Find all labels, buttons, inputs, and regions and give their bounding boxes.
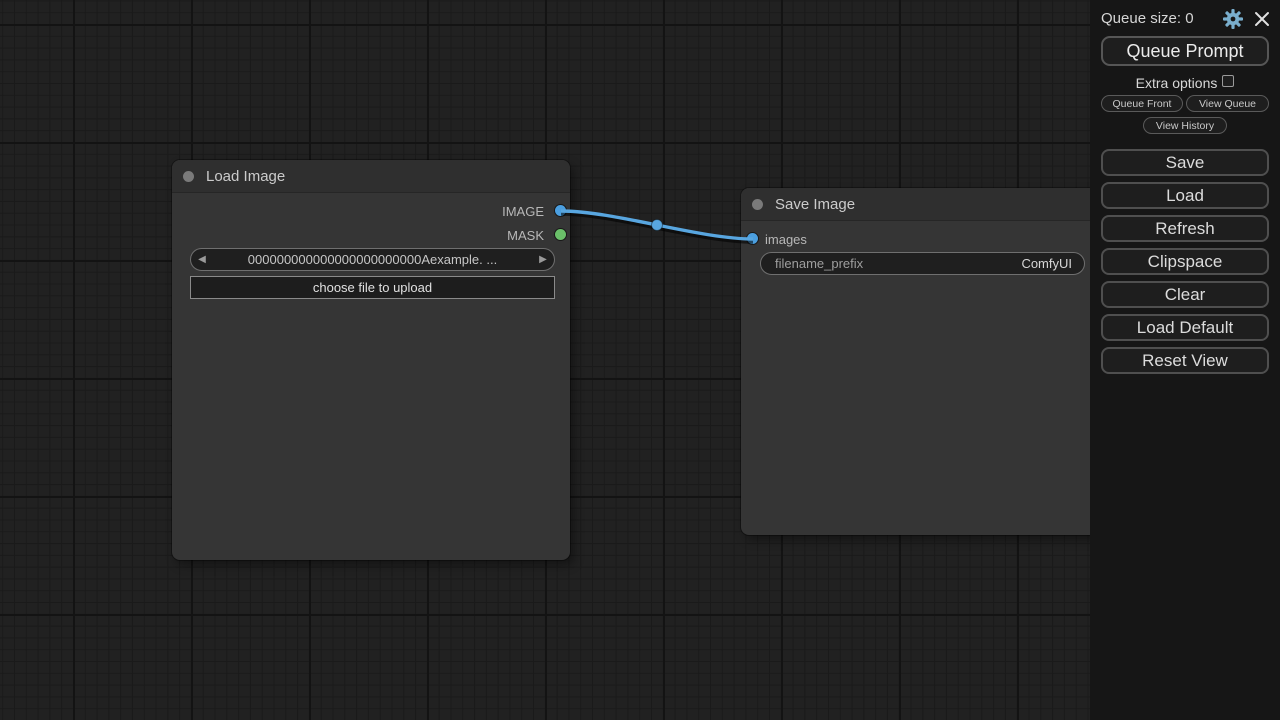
close-icon[interactable] [1253, 10, 1271, 28]
link-shadow [561, 213, 753, 241]
link-midpoint-dot[interactable] [652, 220, 663, 231]
view-history-button[interactable]: View History [1143, 117, 1227, 134]
filename-prefix-value: ComfyUI [1021, 256, 1084, 271]
load-label: Load [1166, 186, 1204, 206]
image-combo-widget[interactable]: ◀ 000000000000000000000000Aexample. ... … [190, 248, 555, 271]
choose-file-label: choose file to upload [313, 280, 432, 295]
extra-options-row: Extra options [1090, 74, 1280, 91]
collapse-dot-icon[interactable] [752, 199, 763, 210]
clipspace-button[interactable]: Clipspace [1101, 248, 1269, 275]
clipspace-label: Clipspace [1148, 252, 1223, 272]
filename-prefix-widget[interactable]: filename_prefix ComfyUI [760, 252, 1085, 275]
reset-view-label: Reset View [1142, 351, 1228, 371]
node-title-bar[interactable]: Load Image [172, 160, 570, 193]
output-slot-image[interactable] [555, 205, 566, 216]
load-button[interactable]: Load [1101, 182, 1269, 209]
queue-size-label: Queue size: 0 [1101, 10, 1194, 27]
extra-options-label: Extra options [1136, 75, 1218, 91]
output-slot-mask[interactable] [555, 229, 566, 240]
node-title-bar[interactable]: Save Image [741, 188, 1101, 221]
view-queue-label: View Queue [1199, 98, 1256, 110]
node-title: Save Image [775, 196, 855, 213]
input-label-images: images [765, 232, 807, 247]
reset-view-button[interactable]: Reset View [1101, 347, 1269, 374]
output-label-image: IMAGE [502, 204, 544, 219]
save-label: Save [1166, 153, 1205, 173]
load-default-button[interactable]: Load Default [1101, 314, 1269, 341]
filename-prefix-label: filename_prefix [761, 256, 1021, 271]
load-default-label: Load Default [1137, 318, 1233, 338]
link-image-to-images [561, 211, 753, 239]
input-slot-images[interactable] [747, 233, 758, 244]
collapse-dot-icon[interactable] [183, 171, 194, 182]
gear-icon[interactable] [1222, 8, 1244, 30]
choose-file-button[interactable]: choose file to upload [190, 276, 555, 299]
queue-prompt-button[interactable]: Queue Prompt [1101, 36, 1269, 66]
output-label-mask: MASK [507, 228, 544, 243]
view-history-label: View History [1156, 120, 1214, 132]
node-load-image[interactable]: Load Image IMAGE MASK ◀ 0000000000000000… [172, 160, 570, 560]
extra-options-checkbox[interactable] [1222, 75, 1234, 87]
clear-button[interactable]: Clear [1101, 281, 1269, 308]
refresh-button[interactable]: Refresh [1101, 215, 1269, 242]
combo-prev-arrow-icon[interactable]: ◀ [191, 254, 213, 265]
comfy-menu: Queue size: 0 Queue Prompt Ext [1090, 0, 1280, 720]
view-queue-button[interactable]: View Queue [1186, 95, 1269, 112]
graph-canvas[interactable]: Load Image IMAGE MASK ◀ 0000000000000000… [0, 0, 1090, 720]
image-combo-value: 000000000000000000000000Aexample. ... [213, 252, 532, 267]
node-title: Load Image [206, 168, 285, 185]
refresh-label: Refresh [1155, 219, 1215, 239]
queue-front-button[interactable]: Queue Front [1101, 95, 1183, 112]
queue-prompt-label: Queue Prompt [1126, 41, 1243, 62]
comfyui-app: Load Image IMAGE MASK ◀ 0000000000000000… [0, 0, 1280, 720]
node-save-image[interactable]: Save Image images filename_prefix ComfyU… [741, 188, 1101, 535]
combo-next-arrow-icon[interactable]: ▶ [532, 254, 554, 265]
queue-front-label: Queue Front [1113, 98, 1172, 110]
clear-label: Clear [1165, 285, 1206, 305]
save-button[interactable]: Save [1101, 149, 1269, 176]
